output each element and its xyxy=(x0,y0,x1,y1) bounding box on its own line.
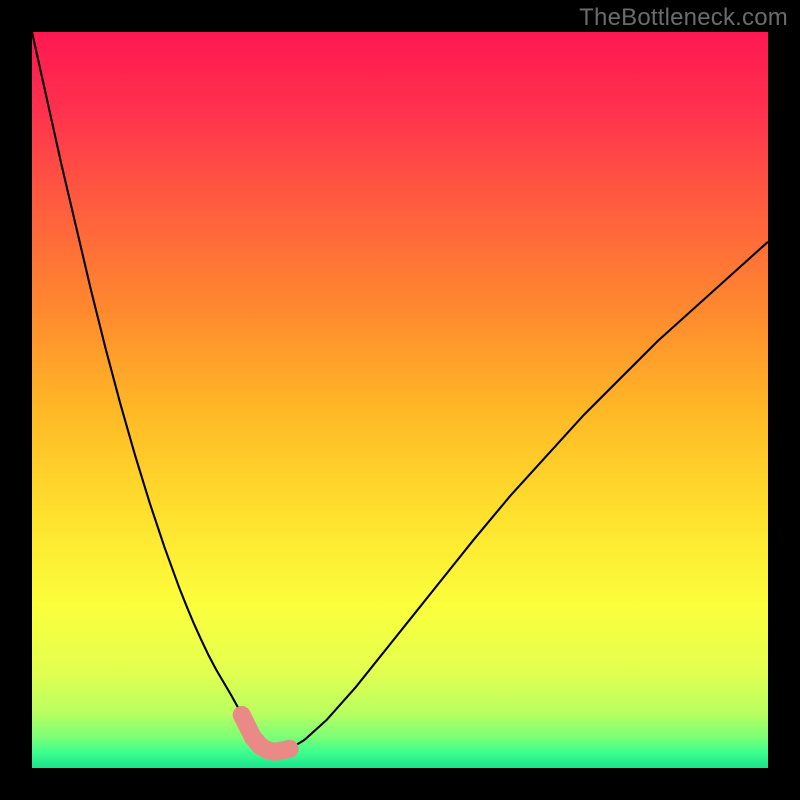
plot-area xyxy=(32,32,768,768)
highlight-dot-left xyxy=(233,706,251,724)
chart-stage: TheBottleneck.com xyxy=(0,0,800,800)
highlight-dot-right xyxy=(281,740,299,758)
watermark-text: TheBottleneck.com xyxy=(579,4,788,32)
bottleneck-chart xyxy=(0,0,800,800)
